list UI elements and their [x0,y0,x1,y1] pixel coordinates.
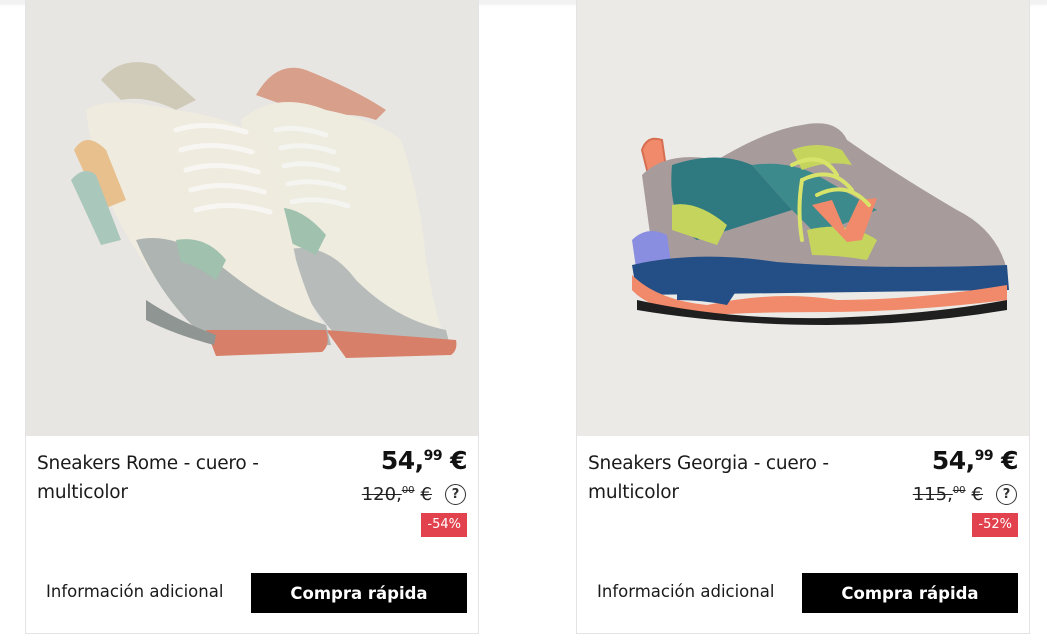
current-price: 54, 99 € [931,446,1019,475]
question-circle-icon[interactable]: ? [996,484,1017,505]
product-card[interactable]: Sneakers Georgia - cuero - multicolor 54… [576,0,1030,634]
product-title[interactable]: Sneakers Georgia - cuero - multicolor [588,449,848,507]
original-price: 115, 00 € [912,484,983,505]
discount-badge: -54% [421,513,467,537]
additional-info-link[interactable]: Información adicional [46,582,223,601]
quick-buy-button[interactable]: Compra rápida [251,573,467,613]
product-card[interactable]: Sneakers Rome - cuero - multicolor 54, 99… [25,0,479,634]
quick-buy-button[interactable]: Compra rápida [802,573,1018,613]
product-title[interactable]: Sneakers Rome - cuero - multicolor [37,449,297,507]
discount-badge: -52% [972,513,1018,537]
current-price: 54, 99 € [380,446,468,475]
question-circle-icon[interactable]: ? [445,484,466,505]
product-image[interactable] [577,0,1029,436]
additional-info-link[interactable]: Información adicional [597,582,774,601]
product-image[interactable] [26,0,478,436]
original-price: 120, 00 € [361,484,432,505]
